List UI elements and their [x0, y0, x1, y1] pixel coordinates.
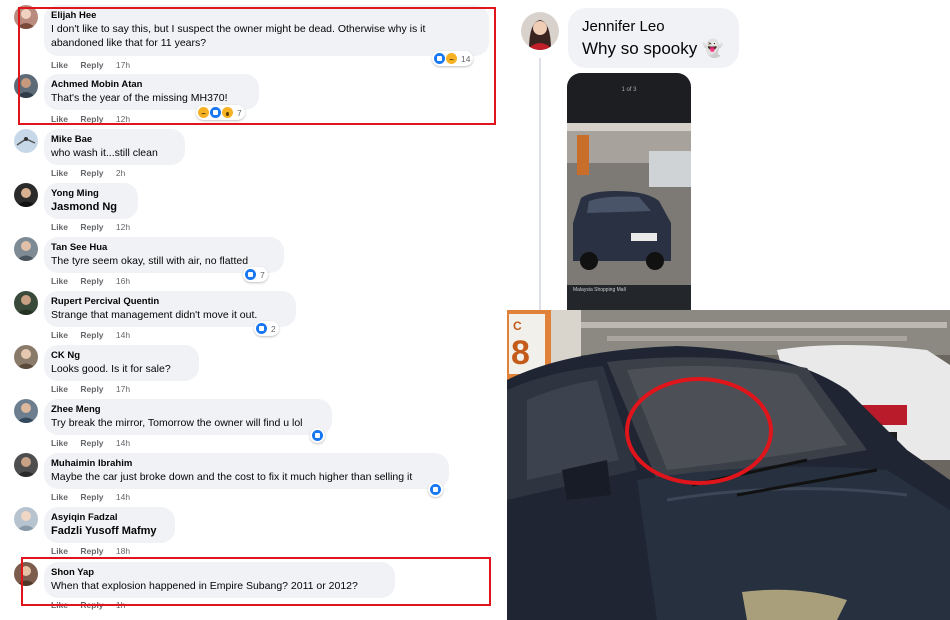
reaction-count: 7	[260, 269, 265, 280]
comment-thread: Elijah Hee I don't like to say this, but…	[0, 0, 505, 620]
like-reaction-icon	[245, 269, 256, 280]
reaction-count: 2	[271, 323, 276, 334]
reaction-summary[interactable]	[428, 482, 443, 497]
comment-time[interactable]: 16h	[116, 276, 130, 286]
car-photo[interactable]: C 8	[507, 310, 950, 620]
comment-author[interactable]: Asyiqin Fadzal	[51, 511, 163, 524]
comment-bubble: Zhee Meng Try break the mirror, Tomorrow…	[44, 399, 332, 435]
like-reaction-icon	[312, 430, 323, 441]
reply-button[interactable]: Reply	[80, 438, 103, 448]
avatar[interactable]	[14, 399, 38, 423]
like-reaction-icon	[256, 323, 267, 334]
reply-button[interactable]: Reply	[80, 492, 103, 502]
abandoned-car-image: C 8	[507, 310, 950, 620]
comment-bubble: CK Ng Looks good. Is it for sale?	[44, 345, 199, 381]
comment-author[interactable]: Mike Bae	[51, 133, 173, 146]
reply-button[interactable]: Reply	[80, 546, 103, 556]
image-caption: Malaysia Shopping Mall	[573, 287, 626, 293]
comment-time[interactable]: 2h	[116, 168, 125, 178]
comment-actions: Like Reply 14h	[51, 492, 140, 502]
comment-actions: Like Reply 12h	[51, 222, 140, 232]
highlight-box	[18, 7, 496, 125]
comment-text: Why so spooky 👻	[582, 39, 724, 58]
comment-author[interactable]: Rupert Percival Quentin	[51, 295, 284, 308]
comment-actions: Like Reply 18h	[51, 546, 140, 556]
comment-time[interactable]: 14h	[116, 438, 130, 448]
like-button[interactable]: Like	[51, 492, 68, 502]
mentioned-user[interactable]: Fadzli Yusoff Mafmy	[51, 524, 163, 538]
avatar[interactable]	[14, 183, 38, 207]
comment-text: Looks good. Is it for sale?	[51, 363, 171, 375]
comment-author[interactable]: Jennifer Leo	[582, 16, 723, 38]
comment-author[interactable]: Tan See Hua	[51, 241, 272, 254]
comment-time[interactable]: 14h	[116, 492, 130, 502]
reaction-summary[interactable]: 7	[243, 267, 268, 282]
avatar[interactable]	[14, 507, 38, 531]
like-button[interactable]: Like	[51, 546, 68, 556]
like-reaction-icon	[430, 484, 441, 495]
comment-bubble: Mike Bae who wash it...still clean	[44, 129, 185, 165]
like-button[interactable]: Like	[51, 330, 68, 340]
avatar[interactable]	[14, 345, 38, 369]
reply-button[interactable]: Reply	[80, 330, 103, 340]
comment-author[interactable]: Zhee Meng	[51, 403, 320, 416]
comment-author[interactable]: Yong Ming	[51, 187, 126, 200]
reaction-summary[interactable]	[310, 428, 325, 443]
avatar[interactable]	[14, 237, 38, 261]
reply-button[interactable]: Reply	[80, 384, 103, 394]
like-button[interactable]: Like	[51, 384, 68, 394]
comment-time[interactable]: 14h	[116, 330, 130, 340]
post-comment: Jennifer Leo Why so spooky 👻 1 of 3 Mala…	[507, 0, 950, 310]
comment-time[interactable]: 12h	[116, 222, 130, 232]
thread-line	[539, 58, 541, 310]
comment-text: Try break the mirror, Tomorrow the owner…	[51, 417, 303, 429]
avatar[interactable]	[14, 453, 38, 477]
like-button[interactable]: Like	[51, 438, 68, 448]
like-button[interactable]: Like	[51, 276, 68, 286]
avatar[interactable]	[14, 291, 38, 315]
comment-actions: Like Reply 14h	[51, 330, 140, 340]
avatar[interactable]	[14, 129, 38, 153]
reply-button[interactable]: Reply	[80, 222, 103, 232]
comment-bubble: Asyiqin Fadzal Fadzli Yusoff Mafmy	[44, 507, 175, 543]
pillar-number: 8	[511, 334, 530, 372]
reaction-summary[interactable]: 2	[254, 321, 279, 336]
like-button[interactable]: Like	[51, 168, 68, 178]
reply-button[interactable]: Reply	[80, 168, 103, 178]
comment-text: who wash it...still clean	[51, 147, 158, 159]
comment-actions: Like Reply 2h	[51, 168, 135, 178]
comment-text: Strange that management didn't move it o…	[51, 309, 258, 321]
highlight-box	[21, 557, 491, 606]
pillar-letter: C	[513, 319, 522, 333]
comment-actions: Like Reply 16h	[51, 276, 140, 286]
comment-author[interactable]: CK Ng	[51, 349, 187, 362]
mentioned-user[interactable]: Jasmond Ng	[51, 200, 126, 214]
comment-text: The tyre seem okay, still with air, no f…	[51, 255, 249, 267]
comment-actions: Like Reply 17h	[51, 384, 140, 394]
comment-bubble: Jennifer Leo Why so spooky 👻	[568, 8, 740, 68]
avatar[interactable]	[521, 12, 559, 50]
comment-bubble: Muhaimin Ibrahim Maybe the car just brok…	[44, 453, 449, 489]
comment-time[interactable]: 17h	[116, 384, 130, 394]
comment-text: Maybe the car just broke down and the co…	[51, 471, 413, 483]
comment-time[interactable]: 18h	[116, 546, 130, 556]
comment-bubble: Yong Ming Jasmond Ng	[44, 183, 138, 219]
like-button[interactable]: Like	[51, 222, 68, 232]
comment-author[interactable]: Muhaimin Ibrahim	[51, 457, 437, 470]
attached-image[interactable]: 1 of 3 Malaysia Shopping Mall	[567, 73, 691, 310]
reply-button[interactable]: Reply	[80, 276, 103, 286]
comment-actions: Like Reply 14h	[51, 438, 140, 448]
car-thumbnail-image	[567, 123, 691, 310]
